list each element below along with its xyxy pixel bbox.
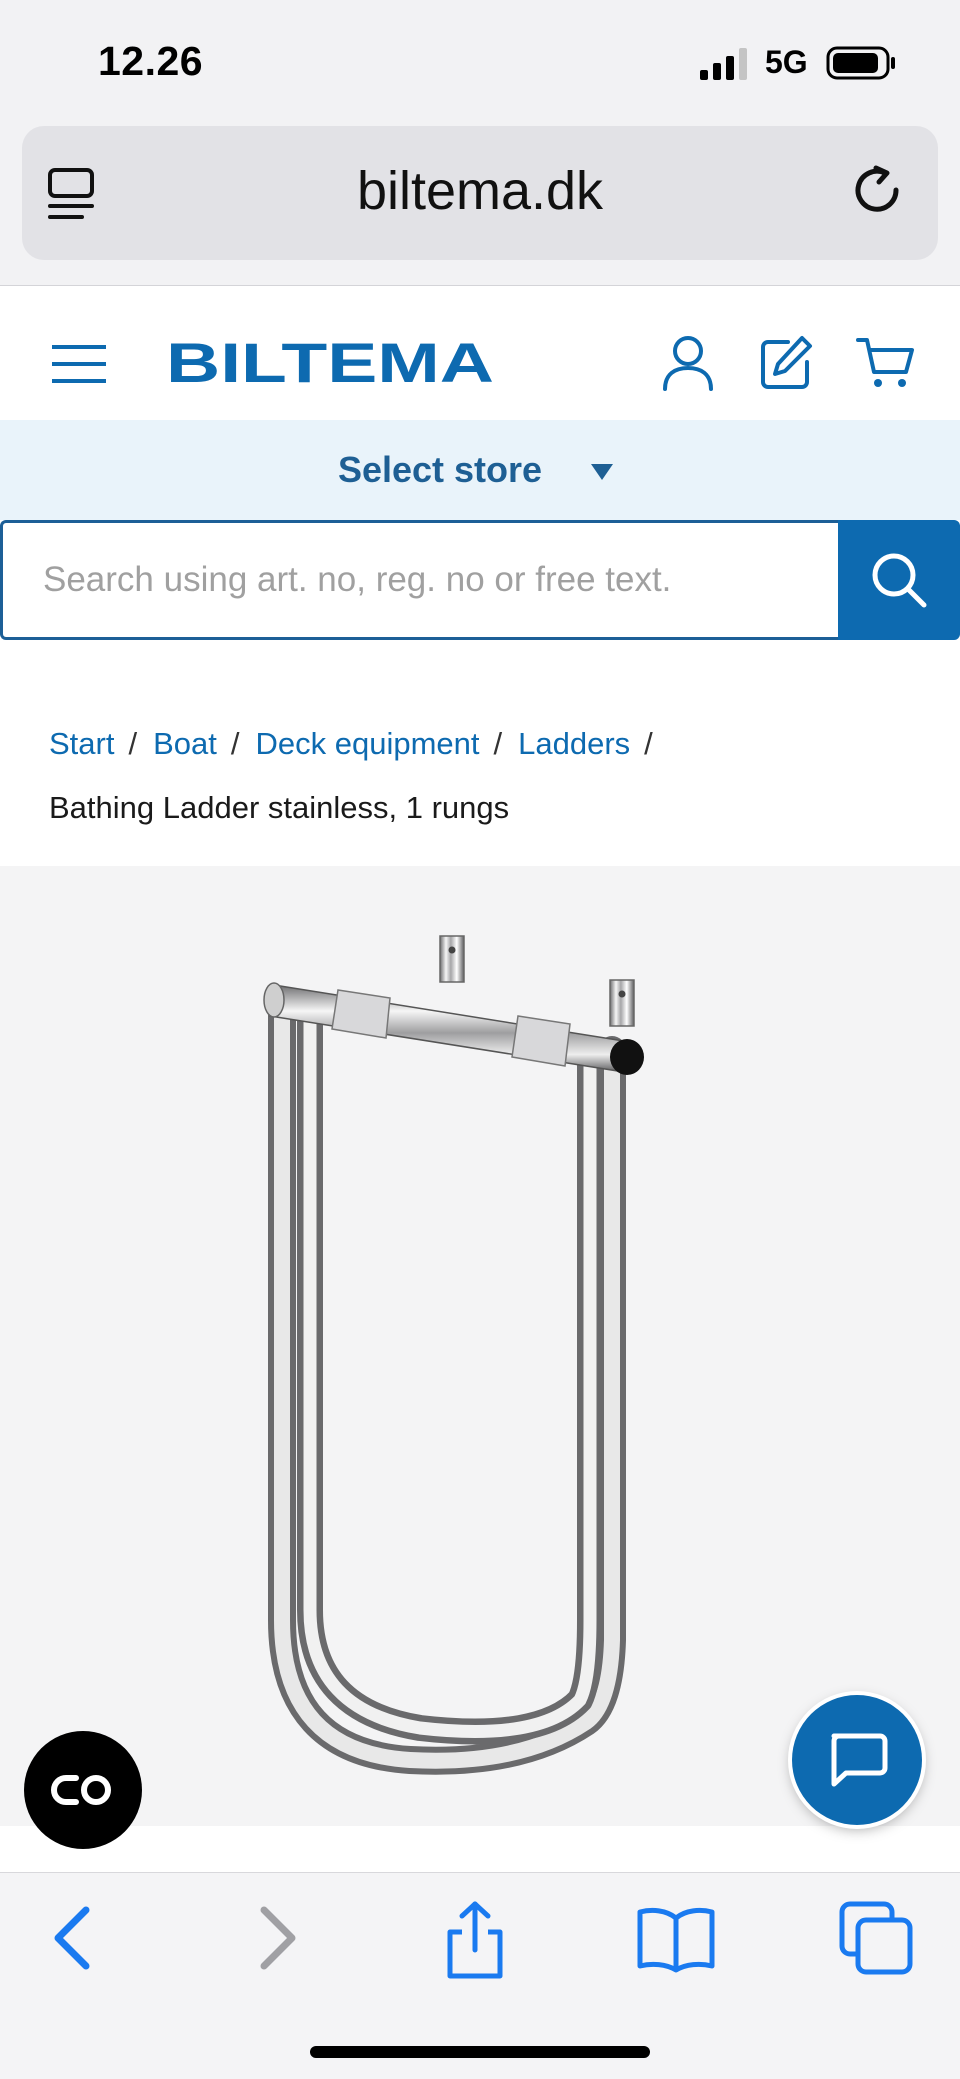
breadcrumb-boat[interactable]: Boat bbox=[153, 726, 217, 761]
chat-button[interactable] bbox=[792, 1695, 922, 1825]
battery-icon bbox=[826, 46, 895, 80]
breadcrumb-separator: / bbox=[128, 726, 138, 761]
forward-icon[interactable] bbox=[254, 1900, 302, 1976]
breadcrumb-separator: / bbox=[493, 726, 503, 761]
bookmarks-icon[interactable] bbox=[636, 1904, 716, 1974]
cart-icon[interactable] bbox=[856, 334, 916, 392]
breadcrumb-ladders[interactable]: Ladders bbox=[518, 726, 630, 761]
chevron-down-icon[interactable] bbox=[590, 463, 614, 481]
account-icon[interactable] bbox=[660, 334, 716, 392]
store-selector-label[interactable]: Select store bbox=[0, 449, 880, 491]
status-time: 12.26 bbox=[98, 38, 204, 84]
edit-icon[interactable] bbox=[758, 334, 814, 392]
breadcrumb-deck-equipment[interactable]: Deck equipment bbox=[256, 726, 480, 761]
accessibility-icon bbox=[51, 1775, 111, 1805]
product-image-ladder[interactable] bbox=[260, 920, 680, 1780]
search-button[interactable] bbox=[838, 520, 960, 640]
back-icon[interactable] bbox=[48, 1900, 96, 1976]
network-label: 5G bbox=[765, 44, 808, 80]
accessibility-button[interactable] bbox=[24, 1731, 142, 1849]
home-indicator bbox=[310, 2046, 650, 2058]
breadcrumb-separator: / bbox=[230, 726, 240, 761]
share-icon[interactable] bbox=[440, 1900, 510, 1980]
tabs-icon[interactable] bbox=[838, 1900, 914, 1976]
chat-icon bbox=[831, 1733, 888, 1787]
search-input[interactable] bbox=[0, 520, 838, 640]
biltema-logo[interactable]: BILTEMA bbox=[166, 330, 496, 390]
reload-icon[interactable] bbox=[852, 164, 908, 222]
signal-bars-icon bbox=[700, 48, 747, 80]
breadcrumb-separator: / bbox=[644, 726, 653, 761]
search-icon bbox=[872, 553, 927, 608]
svg-text:BILTEMA: BILTEMA bbox=[166, 331, 494, 390]
url-text[interactable]: biltema.dk bbox=[0, 160, 960, 222]
breadcrumb-current: Bathing Ladder stainless, 1 rungs bbox=[49, 790, 510, 825]
hamburger-icon[interactable] bbox=[50, 344, 108, 384]
breadcrumb: Start / Boat / Deck equipment / Ladders / Bathi… bbox=[49, 712, 929, 840]
breadcrumb-start[interactable]: Start bbox=[49, 726, 114, 761]
